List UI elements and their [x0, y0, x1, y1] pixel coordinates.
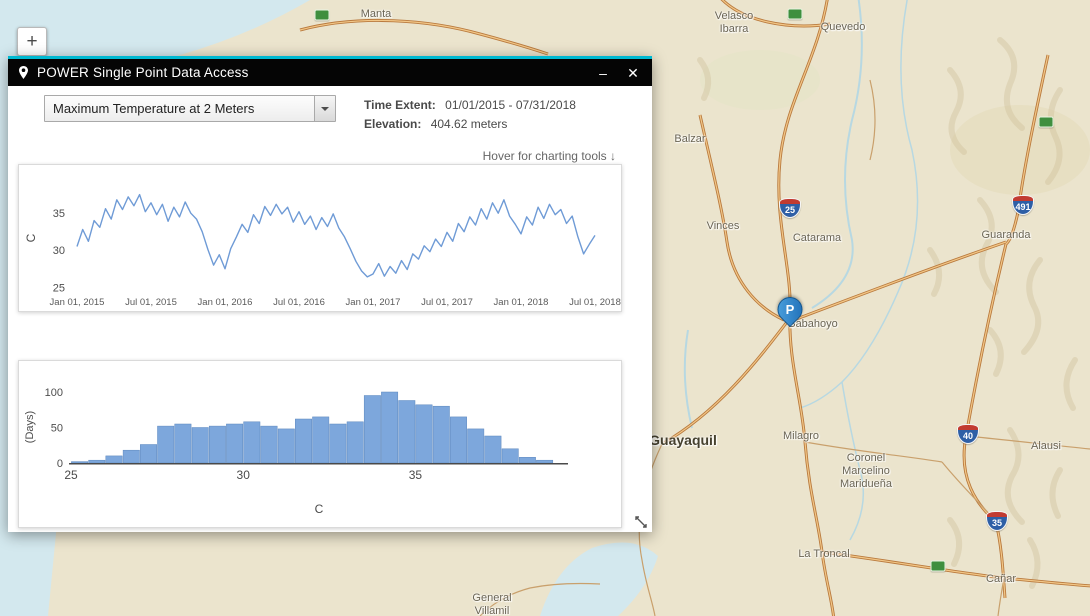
svg-text:(Days): (Days) — [24, 411, 36, 443]
svg-text:Jan 01, 2016: Jan 01, 2016 — [198, 297, 253, 308]
svg-text:Jan 01, 2017: Jan 01, 2017 — [346, 297, 401, 308]
svg-text:Jul 01, 2018: Jul 01, 2018 — [569, 297, 621, 308]
svg-text:30: 30 — [237, 468, 251, 482]
terrain-patch — [950, 105, 1090, 195]
svg-text:C: C — [24, 233, 38, 242]
svg-text:Jan 01, 2015: Jan 01, 2015 — [50, 297, 105, 308]
svg-text:35: 35 — [409, 468, 423, 482]
timeseries-chart-canvas[interactable]: 25 30 35 C Jan 01, 2015 Jul 01, 2015 Jan 01, 2… — [19, 165, 621, 311]
dialog-body: Maximum Temperature at 2 Meters Time Ext… — [8, 86, 652, 532]
time-extent-value: 01/01/2015 - 07/31/2018 — [445, 98, 576, 112]
location-pin-icon — [18, 65, 29, 80]
elevation-label: Elevation: — [364, 117, 421, 131]
zoom-in-button[interactable]: + — [17, 27, 47, 56]
power-dialog: POWER Single Point Data Access – ✕ Maxim… — [8, 56, 652, 532]
elevation-value: 404.62 meters — [431, 117, 508, 131]
dialog-titlebar[interactable]: POWER Single Point Data Access – ✕ — [8, 59, 652, 86]
parameter-select-value: Maximum Temperature at 2 Meters — [45, 96, 314, 121]
timeseries-chart[interactable]: 25 30 35 C Jan 01, 2015 Jul 01, 2015 Jan 01, 2… — [18, 164, 622, 312]
poi-marker-letter: P — [779, 298, 802, 321]
map-app: MantaVelascoIbarraQuevedoBalzarVincesCat… — [0, 0, 1090, 616]
resize-handle-icon[interactable] — [634, 515, 648, 529]
svg-text:50: 50 — [51, 423, 63, 435]
time-extent-label: Time Extent: — [364, 98, 436, 112]
parameter-select[interactable]: Maximum Temperature at 2 Meters — [44, 95, 336, 122]
svg-text:C: C — [315, 502, 324, 516]
svg-text:35: 35 — [53, 208, 65, 220]
svg-text:Jul 01, 2015: Jul 01, 2015 — [125, 297, 177, 308]
svg-text:30: 30 — [53, 245, 65, 257]
histogram-chart-canvas[interactable]: 0 50 100 25 30 35 (Days) C — [19, 361, 621, 527]
info-block: Time Extent: 01/01/2015 - 07/31/2018 Ele… — [364, 96, 576, 134]
dropdown-arrow-icon[interactable] — [314, 96, 335, 121]
svg-text:Jan 01, 2018: Jan 01, 2018 — [494, 297, 549, 308]
svg-text:25: 25 — [53, 282, 65, 294]
hover-hint-text: Hover for charting tools ↓ — [483, 149, 616, 163]
svg-text:0: 0 — [57, 458, 63, 470]
svg-text:Jul 01, 2017: Jul 01, 2017 — [421, 297, 473, 308]
close-button[interactable]: ✕ — [622, 62, 644, 84]
minimize-button[interactable]: – — [592, 62, 614, 84]
dialog-title: POWER Single Point Data Access — [37, 65, 584, 80]
histogram-chart[interactable]: 0 50 100 25 30 35 (Days) C — [18, 360, 622, 528]
svg-text:25: 25 — [64, 468, 78, 482]
svg-text:Jul 01, 2016: Jul 01, 2016 — [273, 297, 325, 308]
svg-text:100: 100 — [45, 387, 63, 399]
